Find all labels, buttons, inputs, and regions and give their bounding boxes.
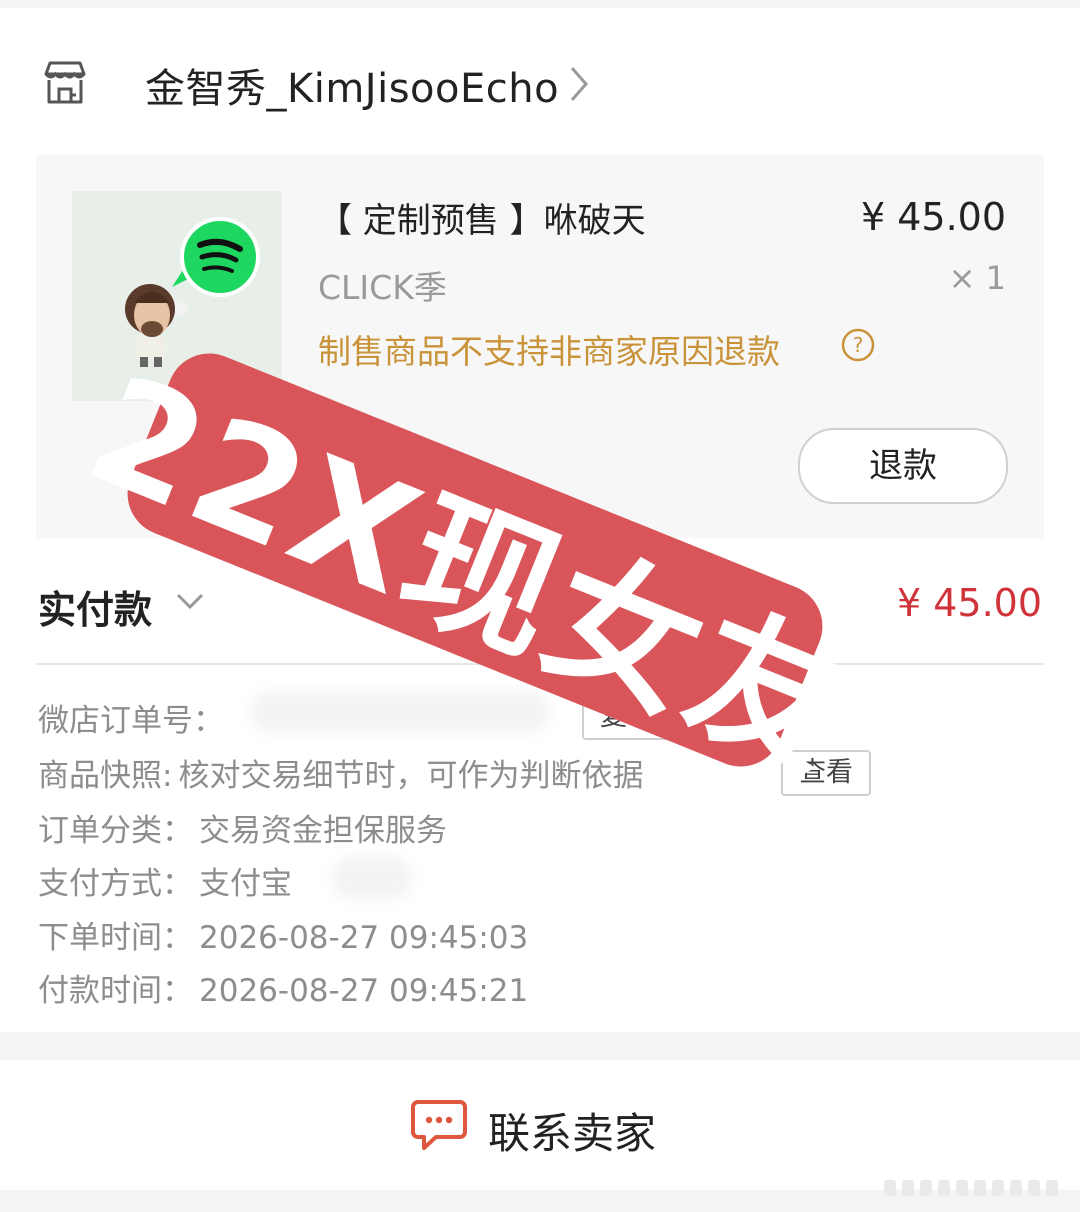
category-label: 订单分类： [38, 813, 193, 849]
pay-method-row: 支付方式： 支付宝 [38, 858, 292, 903]
contact-seller-button[interactable]: 联系卖家 [0, 1060, 1080, 1190]
product-title[interactable]: 【 定制预售 】咻破天 [318, 193, 646, 242]
order-number-row: 微店订单号： [38, 695, 224, 740]
chevron-right-icon[interactable] [566, 64, 592, 104]
chevron-down-icon[interactable] [174, 589, 206, 615]
product-price: ¥ 45.00 [860, 195, 1006, 239]
order-time-row: 下单时间： 2026-08-27 09:45:03 [38, 912, 528, 957]
order-number-label: 微店订单号： [38, 703, 224, 739]
product-variant: CLICK季 [318, 268, 447, 307]
product-quantity: × 1 [948, 259, 1006, 297]
refund-policy-note: 制售商品不支持非商家原因退款 [318, 332, 780, 371]
store-icon [44, 61, 86, 104]
refund-button[interactable]: 退款 [798, 428, 1008, 504]
help-icon[interactable]: ? [840, 327, 876, 363]
contact-seller-label[interactable]: 联系卖家 [488, 1100, 656, 1161]
pay-method-label: 支付方式： [38, 866, 193, 902]
chat-bubble-icon [411, 1100, 467, 1150]
pay-time-value: 2026-08-27 09:45:21 [199, 973, 529, 1009]
paid-label: 实付款 [38, 588, 153, 632]
category-value: 交易资金担保服务 [199, 813, 447, 849]
pay-time-label: 付款时间： [38, 973, 193, 1009]
svg-text:?: ? [853, 333, 864, 357]
snapshot-label: 商品快照: [38, 758, 173, 794]
pay-method-value: 支付宝 [199, 866, 292, 902]
shop-name[interactable]: 金智秀_KimJisooEcho [145, 56, 559, 114]
pay-time-row: 付款时间： 2026-08-27 09:45:21 [38, 965, 528, 1010]
snapshot-row: 商品快照: 核对交易细节时，可作为判断依据 [38, 750, 643, 795]
snapshot-value: 核对交易细节时，可作为判断依据 [178, 758, 644, 794]
watermark-bars [884, 1180, 1058, 1196]
order-time-label: 下单时间： [38, 920, 193, 956]
redacted-account [332, 856, 412, 900]
order-time-value: 2026-08-27 09:45:03 [199, 920, 529, 956]
shop-header[interactable]: 金智秀_KimJisooEcho [0, 42, 1080, 126]
redacted-order-number [250, 690, 550, 734]
paid-amount: ¥ 45.00 [896, 581, 1042, 625]
category-row: 订单分类： 交易资金担保服务 [38, 805, 447, 850]
